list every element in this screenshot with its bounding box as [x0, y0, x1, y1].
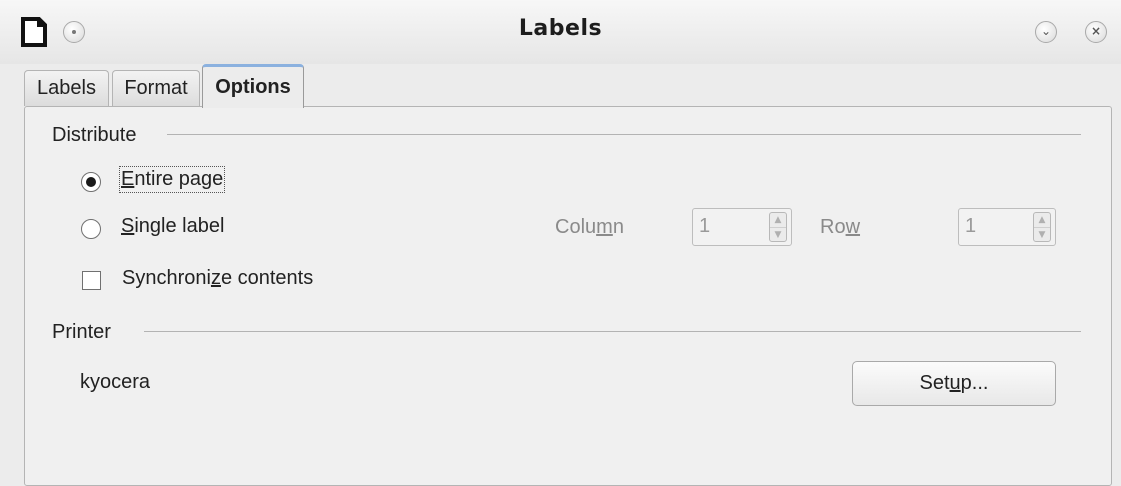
- entire-page-radio[interactable]: [81, 172, 101, 192]
- row-spin-buttons[interactable]: ▲ ▼: [1033, 212, 1051, 242]
- row-value: 1: [965, 215, 977, 237]
- tab-options[interactable]: Options: [202, 64, 304, 108]
- options-panel: [24, 106, 1112, 486]
- column-label: Column: [555, 216, 624, 238]
- entire-page-label[interactable]: Entire page: [118, 166, 226, 193]
- row-decrement-icon[interactable]: ▼: [1034, 227, 1050, 242]
- synchronize-checkbox[interactable]: [82, 271, 101, 290]
- row-label: Row: [820, 216, 861, 238]
- printer-name: kyocera: [80, 371, 151, 393]
- window-title: Labels: [518, 16, 603, 41]
- synchronize-label[interactable]: Synchronize contents: [122, 267, 313, 290]
- distribute-heading: Distribute: [52, 124, 137, 146]
- single-label-label[interactable]: Single label: [121, 215, 224, 238]
- printer-separator: [144, 331, 1081, 332]
- row-spinbox[interactable]: 1 ▲ ▼: [958, 208, 1056, 246]
- setup-button[interactable]: Setup...: [852, 361, 1056, 406]
- column-spinbox[interactable]: 1 ▲ ▼: [692, 208, 792, 246]
- row-increment-icon[interactable]: ▲: [1034, 213, 1050, 227]
- distribute-separator: [167, 134, 1081, 135]
- tab-labels[interactable]: Labels: [24, 70, 109, 106]
- column-value: 1: [699, 215, 711, 237]
- minimize-button[interactable]: ⌄: [1035, 21, 1057, 43]
- tab-format[interactable]: Format: [112, 70, 200, 106]
- title-bar: Labels ⌄ ×: [0, 0, 1121, 64]
- single-label-radio[interactable]: [81, 219, 101, 239]
- column-spin-buttons[interactable]: ▲ ▼: [769, 212, 787, 242]
- printer-heading: Printer: [52, 321, 111, 343]
- column-decrement-icon[interactable]: ▼: [770, 227, 786, 242]
- close-button[interactable]: ×: [1085, 21, 1107, 43]
- column-increment-icon[interactable]: ▲: [770, 213, 786, 227]
